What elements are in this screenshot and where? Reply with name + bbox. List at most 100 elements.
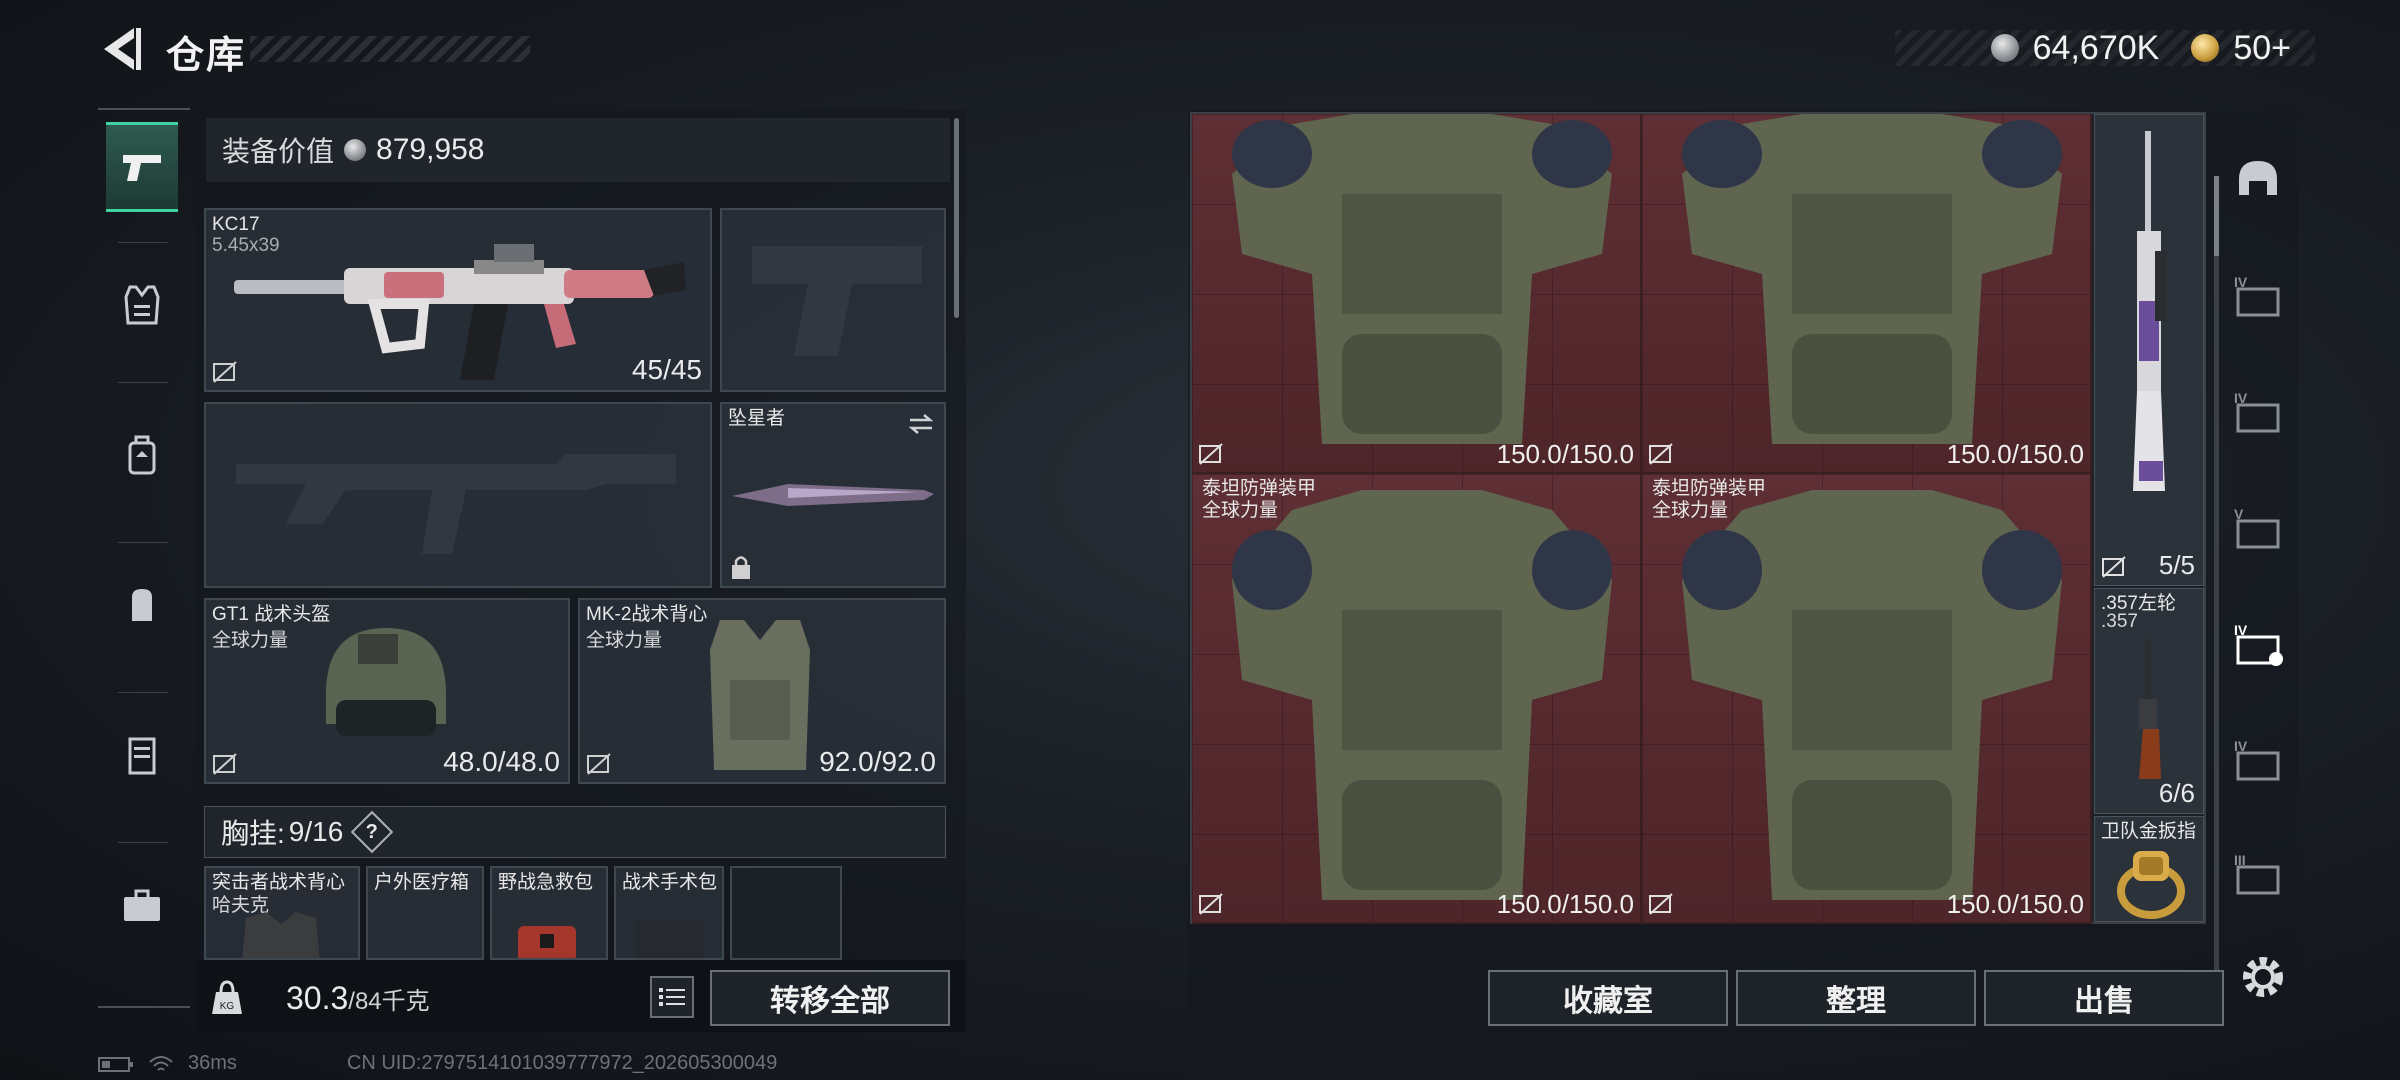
rig-item[interactable]: 户外医疗箱 [366,866,484,960]
transfer-all-button[interactable]: 转移全部 [710,970,950,1026]
equipment-value-label: 装备价值 [222,136,335,167]
weight-icon: KG [212,980,242,1014]
carry-weight: 30.3/84千克 [286,980,430,1017]
filter-tier-item[interactable]: IV [2232,386,2284,438]
sniper-ammo-count: 5/5 [2158,550,2195,580]
revolver-caliber: .357 [2101,611,2138,632]
no-trade-icon [2102,556,2126,578]
ring-name: 卫队金扳指 [2101,821,2197,842]
wifi-icon [149,1055,173,1071]
storage-armor-item[interactable]: 泰坦防弹装甲 全球力量 150.0/150.0 [1192,474,1642,924]
armor-faction: 全球力量 [586,630,663,651]
no-trade-icon [213,753,237,775]
list-icon [659,988,685,1006]
tier-box-icon: IV [2234,274,2280,317]
pistol-silhouette-icon [752,246,922,356]
gold-ring-image [2117,851,2185,919]
armor-item-name: 泰坦防弹装甲 [1202,478,1317,499]
title-decoration [250,36,530,62]
nav-pouch[interactable] [106,560,178,650]
helmet-durability: 48.0/48.0 [443,746,560,777]
filter-tier-item[interactable]: V [2232,502,2284,554]
chest-rig-label: 胸挂: [221,818,285,849]
titan-armor-image [1232,114,1612,444]
armor-durability: 92.0/92.0 [819,746,936,777]
list-view-button[interactable] [650,976,694,1018]
armor-item-faction: 全球力量 [1202,500,1279,521]
back-arrow-icon[interactable] [98,24,142,74]
sell-button[interactable]: 出售 [1984,970,2224,1026]
weapon-caliber: 5.45x39 [212,235,280,256]
no-trade-icon [587,753,611,775]
nav-toolbox[interactable] [106,860,178,950]
weapon-name: KC17 [212,214,260,235]
pistol-icon [123,155,161,181]
storage-filter-nav: IV IV V IV IV III [2218,112,2298,1032]
no-trade-icon [1649,893,1673,915]
rig-item[interactable]: 突击者战术背心 哈夫克 [204,866,360,960]
filter-all[interactable] [2232,154,2284,206]
vest-image [710,620,810,770]
uid-text: CN UID:2797514101039777972_202605300049 [346,1052,778,1074]
armor-name: MK-2战术背心 [586,604,708,625]
armor-slot[interactable]: MK-2战术背心 全球力量 92.0/92.0 [578,598,946,784]
secondary-weapon-slot[interactable] [720,208,946,392]
storage-armor-item[interactable]: 150.0/150.0 [1192,114,1642,474]
rifle-silhouette-icon [236,454,676,554]
rig-empty-slot[interactable] [730,866,842,960]
ping-value: 36ms [188,1052,237,1074]
primary-weapon-slot[interactable]: KC17 5.45x39 45/45 [204,208,712,392]
swap-icon[interactable] [906,412,936,436]
rig-item[interactable]: 野战急救包 [490,866,608,960]
filter-tier-item[interactable]: IV [2232,734,2284,786]
armor-durability: 150.0/150.0 [1496,439,1634,469]
surgical-kit-image [636,920,704,958]
equipment-value-amount: 879,958 [376,133,485,166]
ammo-count: 45/45 [631,354,702,385]
category-nav [98,108,190,1008]
weight-max: /84千克 [348,988,430,1015]
backpack-icon [128,435,156,475]
tier-box-icon: IV [2234,390,2280,433]
rifle-image [234,244,686,380]
storage-ring-item[interactable]: 卫队金扳指 [2094,816,2204,922]
armor-durability: 150.0/150.0 [1946,439,2084,469]
first-aid-kit-image [518,926,576,958]
silver-coin-icon [344,139,367,161]
melee-slot[interactable]: 坠星者 [720,402,946,588]
filter-tier-item-active[interactable]: IV [2232,618,2284,670]
gold-currency-value[interactable]: 50+ [2233,29,2291,68]
armor-item-name: 泰坦防弹装甲 [1652,478,1767,499]
helmet-faction: 全球力量 [212,630,289,651]
armor-item-faction: 全球力量 [1652,500,1729,521]
page-title: 仓库 [166,35,247,77]
titan-armor-image [1682,490,2062,900]
container-icon [128,737,156,775]
filter-tier-item[interactable]: IV [2232,270,2284,322]
rig-item-name: 户外医疗箱 [374,872,470,893]
help-icon[interactable]: ? [351,810,394,854]
gear-icon[interactable] [2236,950,2290,1004]
loadout-scrollbar[interactable] [954,118,959,318]
nav-weapons[interactable] [106,122,178,212]
nav-armor[interactable] [106,260,178,350]
svg-text:KG: KG [220,1001,235,1012]
nav-container[interactable] [106,710,178,800]
pouch-icon [132,589,152,621]
storage-revolver-item[interactable]: .357左轮 .357 6/6 [2094,588,2204,814]
armor-durability: 150.0/150.0 [1946,889,2084,919]
nav-backpack[interactable] [106,410,178,500]
tertiary-weapon-slot[interactable] [204,402,712,588]
silver-currency-value: 64,670K [2032,28,2160,67]
storage-armor-item[interactable]: 150.0/150.0 [1642,114,2092,474]
melee-name: 坠星者 [728,408,786,429]
storage-armor-item[interactable]: 泰坦防弹装甲 全球力量 150.0/150.0 [1642,474,2092,924]
rig-item[interactable]: 战术手术包 [614,866,724,960]
tier-box-icon: IV [2234,622,2283,666]
knife-image [732,484,934,506]
helmet-slot[interactable]: GT1 战术头盔 全球力量 48.0/48.0 [204,598,570,784]
filter-tier-item[interactable]: III [2232,848,2284,900]
collection-room-button[interactable]: 收藏室 [1488,970,1728,1026]
storage-sniper-item[interactable]: 5/5 [2094,114,2204,586]
sort-button[interactable]: 整理 [1736,970,1976,1026]
